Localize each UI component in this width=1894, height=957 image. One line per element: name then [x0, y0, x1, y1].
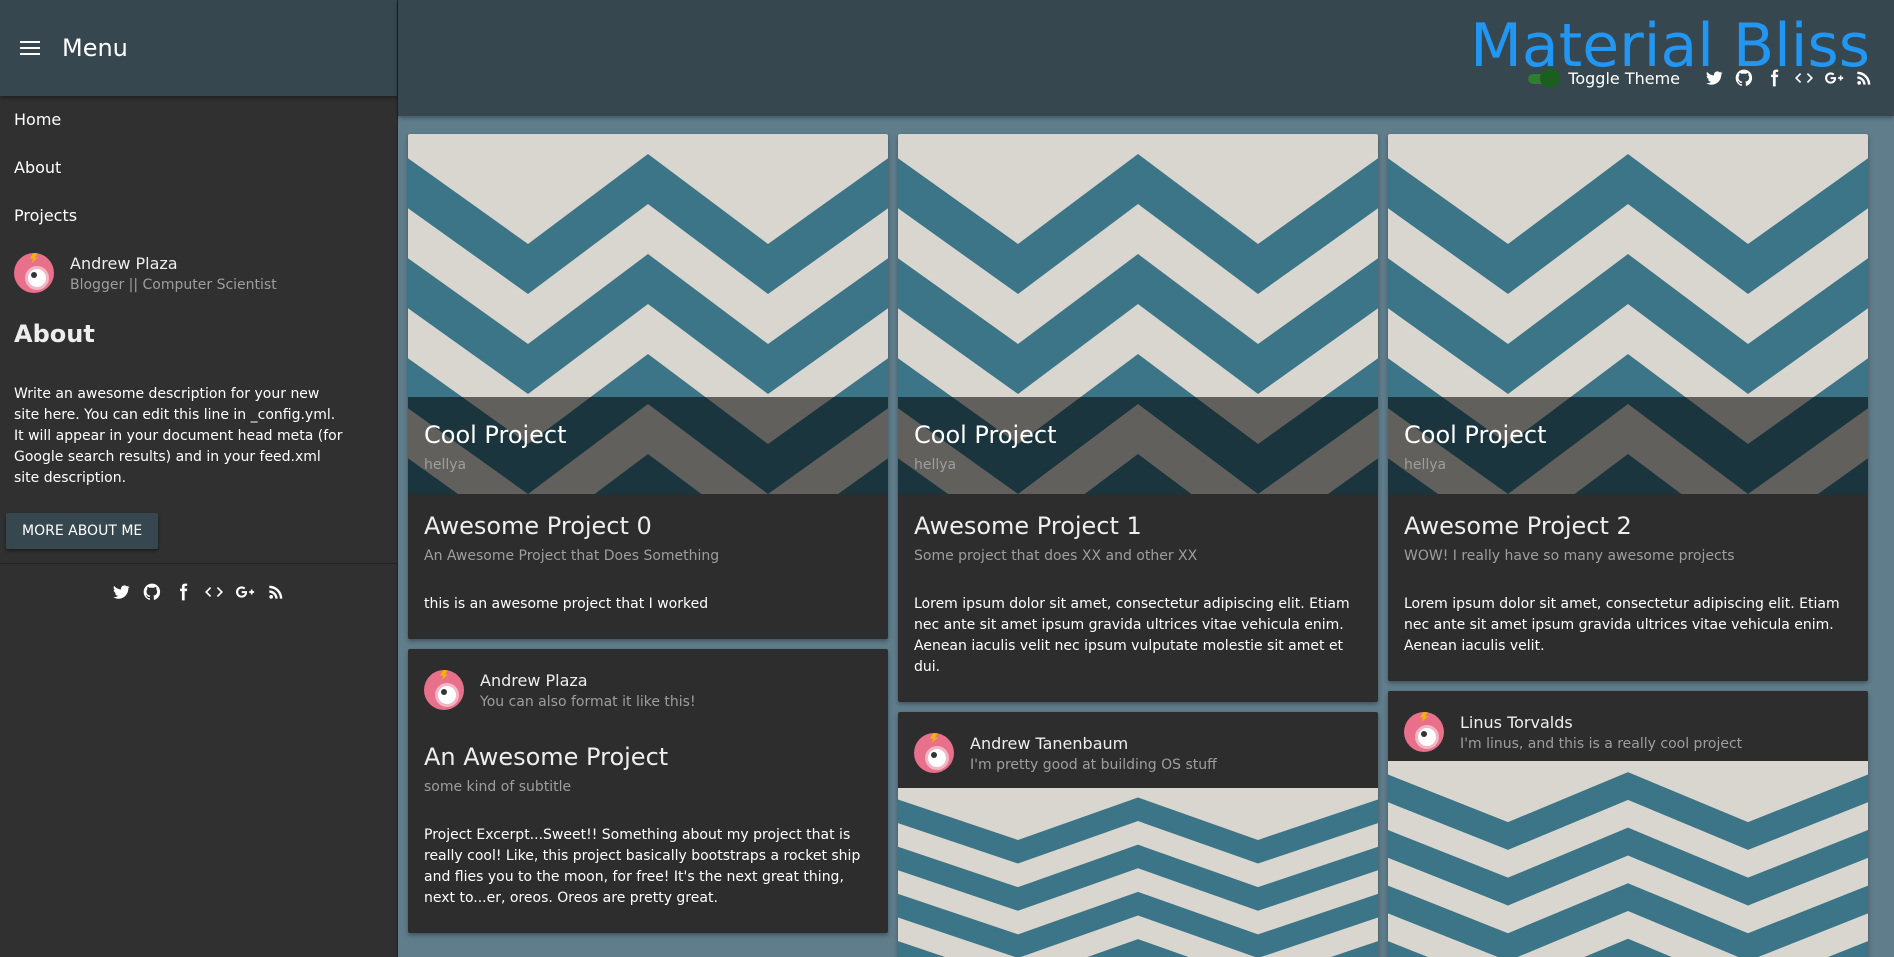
- card-text: Lorem ipsum dolor sit amet, consectetur …: [914, 596, 1350, 675]
- github-icon[interactable]: [1734, 68, 1754, 88]
- nav-item-projects[interactable]: Projects: [0, 192, 397, 240]
- facebook-icon[interactable]: [1764, 68, 1784, 88]
- nav-item-home[interactable]: Home: [0, 96, 397, 144]
- avatar: [14, 253, 54, 293]
- toggle-icon[interactable]: [1526, 68, 1561, 88]
- card-author: Andrew Tanenbaum I'm pretty good at buil…: [898, 712, 1378, 778]
- image-overlay: Cool Project hellya: [408, 397, 888, 494]
- about-heading: About: [14, 320, 95, 348]
- card-subtitle: WOW! I really have so many awesome proje…: [1404, 548, 1735, 564]
- header-tools: Toggle Theme: [1526, 68, 1874, 88]
- image-title: Cool Project: [1404, 421, 1547, 449]
- facebook-icon[interactable]: [173, 582, 193, 602]
- nav-item-about[interactable]: About: [0, 144, 397, 192]
- image-subtitle: hellya: [1404, 457, 1447, 473]
- project-image: Cool Project hellya: [1388, 134, 1868, 494]
- google-plus-icon[interactable]: [235, 582, 255, 602]
- project-card[interactable]: Andrew Tanenbaum I'm pretty good at buil…: [898, 712, 1378, 957]
- divider: [0, 563, 397, 564]
- image-overlay: Cool Project hellya: [898, 397, 1378, 494]
- project-image: Cool Project hellya: [898, 134, 1378, 494]
- image-title: Cool Project: [914, 421, 1057, 449]
- project-card[interactable]: Andrew Plaza You can also format it like…: [408, 649, 888, 933]
- google-plus-icon[interactable]: [1824, 68, 1844, 88]
- github-icon[interactable]: [142, 582, 162, 602]
- rss-icon[interactable]: [1854, 68, 1874, 88]
- profile-name: Andrew Plaza: [70, 253, 178, 273]
- project-card[interactable]: Linus Torvalds I'm linus, and this is a …: [1388, 691, 1868, 957]
- project-image: [1388, 761, 1868, 957]
- sidebar-profile: Andrew Plaza Blogger || Computer Scienti…: [0, 240, 397, 306]
- card-text: Project Excerpt...Sweet!! Something abou…: [424, 827, 861, 906]
- sidebar-social-links: [0, 582, 397, 602]
- project-image: Cool Project hellya: [408, 134, 888, 494]
- author-name: Linus Torvalds: [1460, 712, 1573, 732]
- twitter-icon[interactable]: [111, 582, 131, 602]
- card-title[interactable]: Awesome Project 1: [914, 512, 1362, 540]
- author-subtitle: I'm pretty good at building OS stuff: [970, 756, 1217, 773]
- image-subtitle: hellya: [914, 457, 957, 473]
- card-title[interactable]: An Awesome Project: [424, 743, 872, 771]
- more-about-me-button[interactable]: MORE ABOUT ME: [6, 513, 159, 549]
- profile-subtitle: Blogger || Computer Scientist: [70, 276, 277, 293]
- about-description: Write an awesome description for your ne…: [14, 386, 343, 486]
- image-subtitle: hellya: [424, 457, 467, 473]
- image-title: Cool Project: [424, 421, 567, 449]
- card-title[interactable]: Awesome Project 2: [1404, 512, 1852, 540]
- author-name: Andrew Plaza: [480, 670, 588, 690]
- card-column-1: Cool Project hellya Awesome Project 0 An…: [408, 134, 888, 943]
- code-icon[interactable]: [1794, 68, 1814, 88]
- card-subtitle: An Awesome Project that Does Something: [424, 548, 720, 564]
- code-icon[interactable]: [204, 582, 224, 602]
- author-name: Andrew Tanenbaum: [970, 733, 1129, 753]
- card-text: this is an awesome project that I worked: [424, 596, 709, 612]
- card-author: Linus Torvalds I'm linus, and this is a …: [1388, 691, 1868, 757]
- card-subtitle: some kind of subtitle: [424, 779, 572, 795]
- toggle-theme-link[interactable]: Toggle Theme: [1568, 69, 1680, 88]
- project-image: [898, 788, 1378, 957]
- avatar: [914, 733, 954, 773]
- sidebar: Menu Home About Projects Andrew Plaza Bl…: [0, 0, 398, 957]
- author-subtitle: I'm linus, and this is a really cool pro…: [1460, 735, 1743, 752]
- rss-icon[interactable]: [266, 582, 286, 602]
- project-card[interactable]: Cool Project hellya Awesome Project 1 So…: [898, 134, 1378, 702]
- avatar: [424, 670, 464, 710]
- card-column-3: Cool Project hellya Awesome Project 2 WO…: [1388, 134, 1868, 957]
- image-overlay: Cool Project hellya: [1388, 397, 1868, 494]
- twitter-icon[interactable]: [1704, 68, 1724, 88]
- card-text: Lorem ipsum dolor sit amet, consectetur …: [1404, 596, 1840, 654]
- avatar: [1404, 712, 1444, 752]
- card-title[interactable]: Awesome Project 0: [424, 512, 872, 540]
- author-subtitle: You can also format it like this!: [480, 693, 696, 710]
- card-subtitle: Some project that does XX and other XX: [914, 548, 1198, 564]
- top-bar: Material Bliss Toggle Theme: [398, 0, 1894, 116]
- sidebar-header: Menu: [0, 0, 397, 96]
- header-social-links: [1704, 68, 1874, 88]
- menu-icon[interactable]: [20, 41, 40, 55]
- card-author: Andrew Plaza You can also format it like…: [408, 649, 888, 715]
- menu-title: Menu: [62, 34, 128, 62]
- card-column-2: Cool Project hellya Awesome Project 1 So…: [898, 134, 1378, 957]
- project-card[interactable]: Cool Project hellya Awesome Project 2 WO…: [1388, 134, 1868, 681]
- project-card[interactable]: Cool Project hellya Awesome Project 0 An…: [408, 134, 888, 639]
